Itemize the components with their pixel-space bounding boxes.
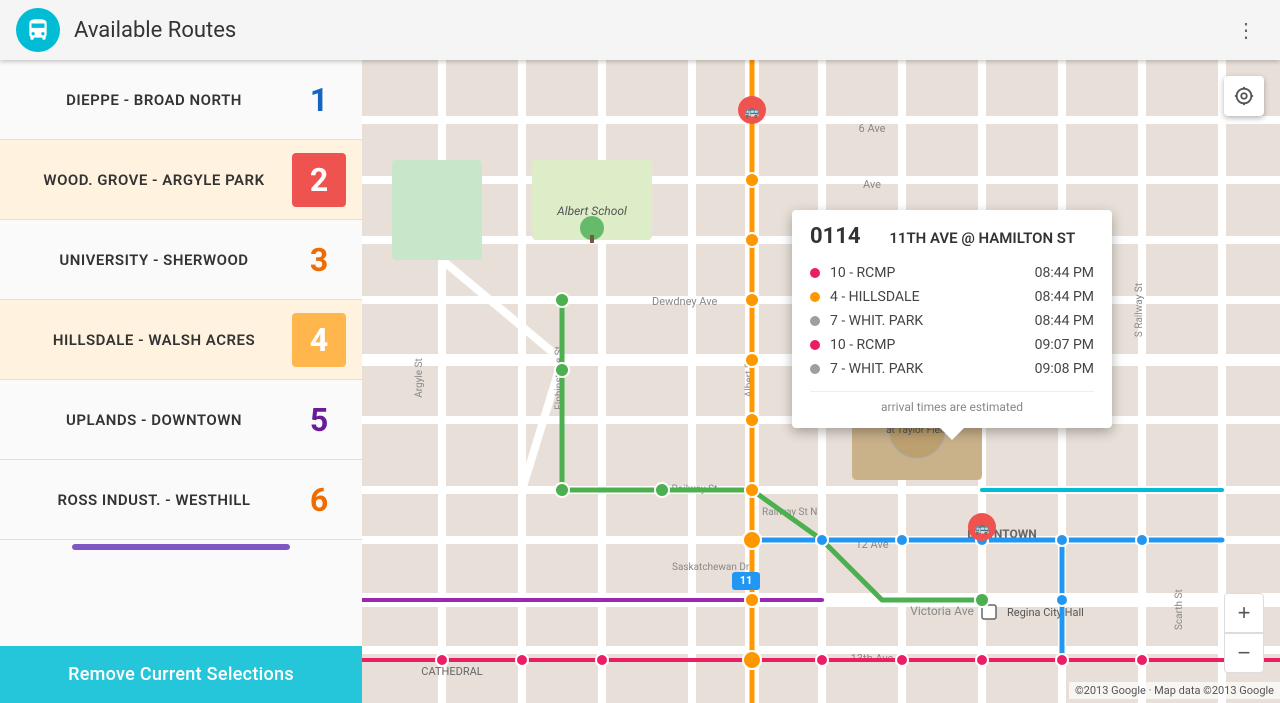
popup-stop-name: 11TH AVE @ HAMILTON ST: [871, 229, 1095, 247]
route-item-5[interactable]: UPLANDS - DOWNTOWN5: [0, 380, 362, 460]
route-sidebar: DIEPPE - BROAD NORTH1WOOD. GROVE - ARGYL…: [0, 60, 362, 703]
arrival-time: 08:44 PM: [1035, 265, 1094, 281]
map-attribution: ©2013 Google · Map data ©2013 Google: [1069, 682, 1280, 699]
route-number-6: 6: [292, 473, 346, 527]
svg-text:🚌: 🚌: [745, 104, 760, 118]
arrival-row: 7 - WHIT. PARK08:44 PM: [810, 309, 1094, 333]
svg-text:S Railway St: S Railway St: [1134, 283, 1145, 337]
route-list: DIEPPE - BROAD NORTH1WOOD. GROVE - ARGYL…: [0, 60, 362, 540]
arrival-dot: [810, 340, 820, 350]
scroll-indicator: [72, 544, 289, 550]
locate-button[interactable]: [1224, 76, 1264, 116]
route-number-4: 4: [292, 313, 346, 367]
arrival-row: 10 - RCMP09:07 PM: [810, 333, 1094, 357]
route-name-1: DIEPPE - BROAD NORTH: [16, 91, 292, 109]
arrival-label: 10 - RCMP: [830, 337, 1035, 353]
svg-text:Victoria Ave: Victoria Ave: [910, 604, 974, 618]
popup-header: 0114 11TH AVE @ HAMILTON ST: [810, 224, 1094, 249]
arrival-dot: [810, 292, 820, 302]
app-header: Available Routes ⋮: [0, 0, 1280, 60]
svg-text:Ave: Ave: [863, 178, 881, 191]
arrival-time: 08:44 PM: [1035, 313, 1094, 329]
menu-icon[interactable]: ⋮: [1228, 10, 1264, 50]
arrival-dot: [810, 268, 820, 278]
route-name-5: UPLANDS - DOWNTOWN: [16, 411, 292, 429]
zoom-out-button[interactable]: −: [1224, 633, 1264, 673]
route-number-1: 1: [292, 73, 346, 127]
arrival-label: 7 - WHIT. PARK: [830, 361, 1035, 377]
route-name-2: WOOD. GROVE - ARGYLE PARK: [16, 171, 292, 189]
remove-selections-button[interactable]: Remove Current Selections: [0, 646, 362, 703]
svg-text:Argyle St: Argyle St: [414, 358, 425, 398]
svg-text:6 Ave: 6 Ave: [859, 122, 886, 135]
app-logo: [16, 8, 60, 52]
popup-route-number: 0114: [810, 224, 861, 249]
app-title: Available Routes: [74, 18, 1228, 43]
arrival-label: 4 - HILLSDALE: [830, 289, 1035, 305]
arrival-row: 10 - RCMP08:44 PM: [810, 261, 1094, 285]
popup-footer: arrival times are estimated: [810, 391, 1094, 414]
route-item-4[interactable]: HILLSDALE - WALSH ACRES4: [0, 300, 362, 380]
zoom-controls: + −: [1224, 593, 1264, 673]
arrival-time: 09:07 PM: [1035, 337, 1094, 353]
arrival-dot: [810, 316, 820, 326]
route-item-3[interactable]: UNIVERSITY - SHERWOOD3: [0, 220, 362, 300]
bus-icon: [25, 17, 51, 43]
route-name-6: ROSS INDUST. - WESTHILL: [16, 491, 292, 509]
popup-arrivals: 10 - RCMP08:44 PM4 - HILLSDALE08:44 PM7 …: [810, 261, 1094, 381]
svg-text:Albert School: Albert School: [556, 204, 627, 218]
route-item-2[interactable]: WOOD. GROVE - ARGYLE PARK2: [0, 140, 362, 220]
arrival-row: 7 - WHIT. PARK09:08 PM: [810, 357, 1094, 381]
arrival-time: 08:44 PM: [1035, 289, 1094, 305]
arrival-dot: [810, 364, 820, 374]
svg-text:🚌: 🚌: [975, 521, 990, 535]
arrival-row: 4 - HILLSDALE08:44 PM: [810, 285, 1094, 309]
route-number-2: 2: [292, 153, 346, 207]
svg-text:11: 11: [740, 574, 753, 587]
svg-text:Scarth St: Scarth St: [1174, 589, 1185, 630]
map-controls: [1224, 76, 1264, 118]
route-number-3: 3: [292, 233, 346, 287]
stop-popup: 0114 11TH AVE @ HAMILTON ST 10 - RCMP08:…: [792, 210, 1112, 428]
route-name-3: UNIVERSITY - SHERWOOD: [16, 251, 292, 269]
route-item-1[interactable]: DIEPPE - BROAD NORTH1: [0, 60, 362, 140]
arrival-label: 7 - WHIT. PARK: [830, 313, 1035, 329]
svg-text:Regina City Hall: Regina City Hall: [1007, 606, 1084, 619]
svg-text:Saskatchewan Dr: Saskatchewan Dr: [672, 562, 750, 573]
arrival-time: 09:08 PM: [1035, 361, 1094, 377]
arrival-label: 10 - RCMP: [830, 265, 1035, 281]
svg-text:Dewdney Ave: Dewdney Ave: [652, 295, 717, 308]
main-layout: DIEPPE - BROAD NORTH1WOOD. GROVE - ARGYL…: [0, 60, 1280, 703]
map-area[interactable]: Albert School Mosaic Stadium at Taylor F…: [362, 60, 1280, 703]
zoom-in-button[interactable]: +: [1224, 593, 1264, 633]
route-number-5: 5: [292, 393, 346, 447]
svg-text:CATHEDRAL: CATHEDRAL: [421, 665, 482, 678]
route-name-4: HILLSDALE - WALSH ACRES: [16, 331, 292, 349]
route-item-6[interactable]: ROSS INDUST. - WESTHILL6: [0, 460, 362, 540]
